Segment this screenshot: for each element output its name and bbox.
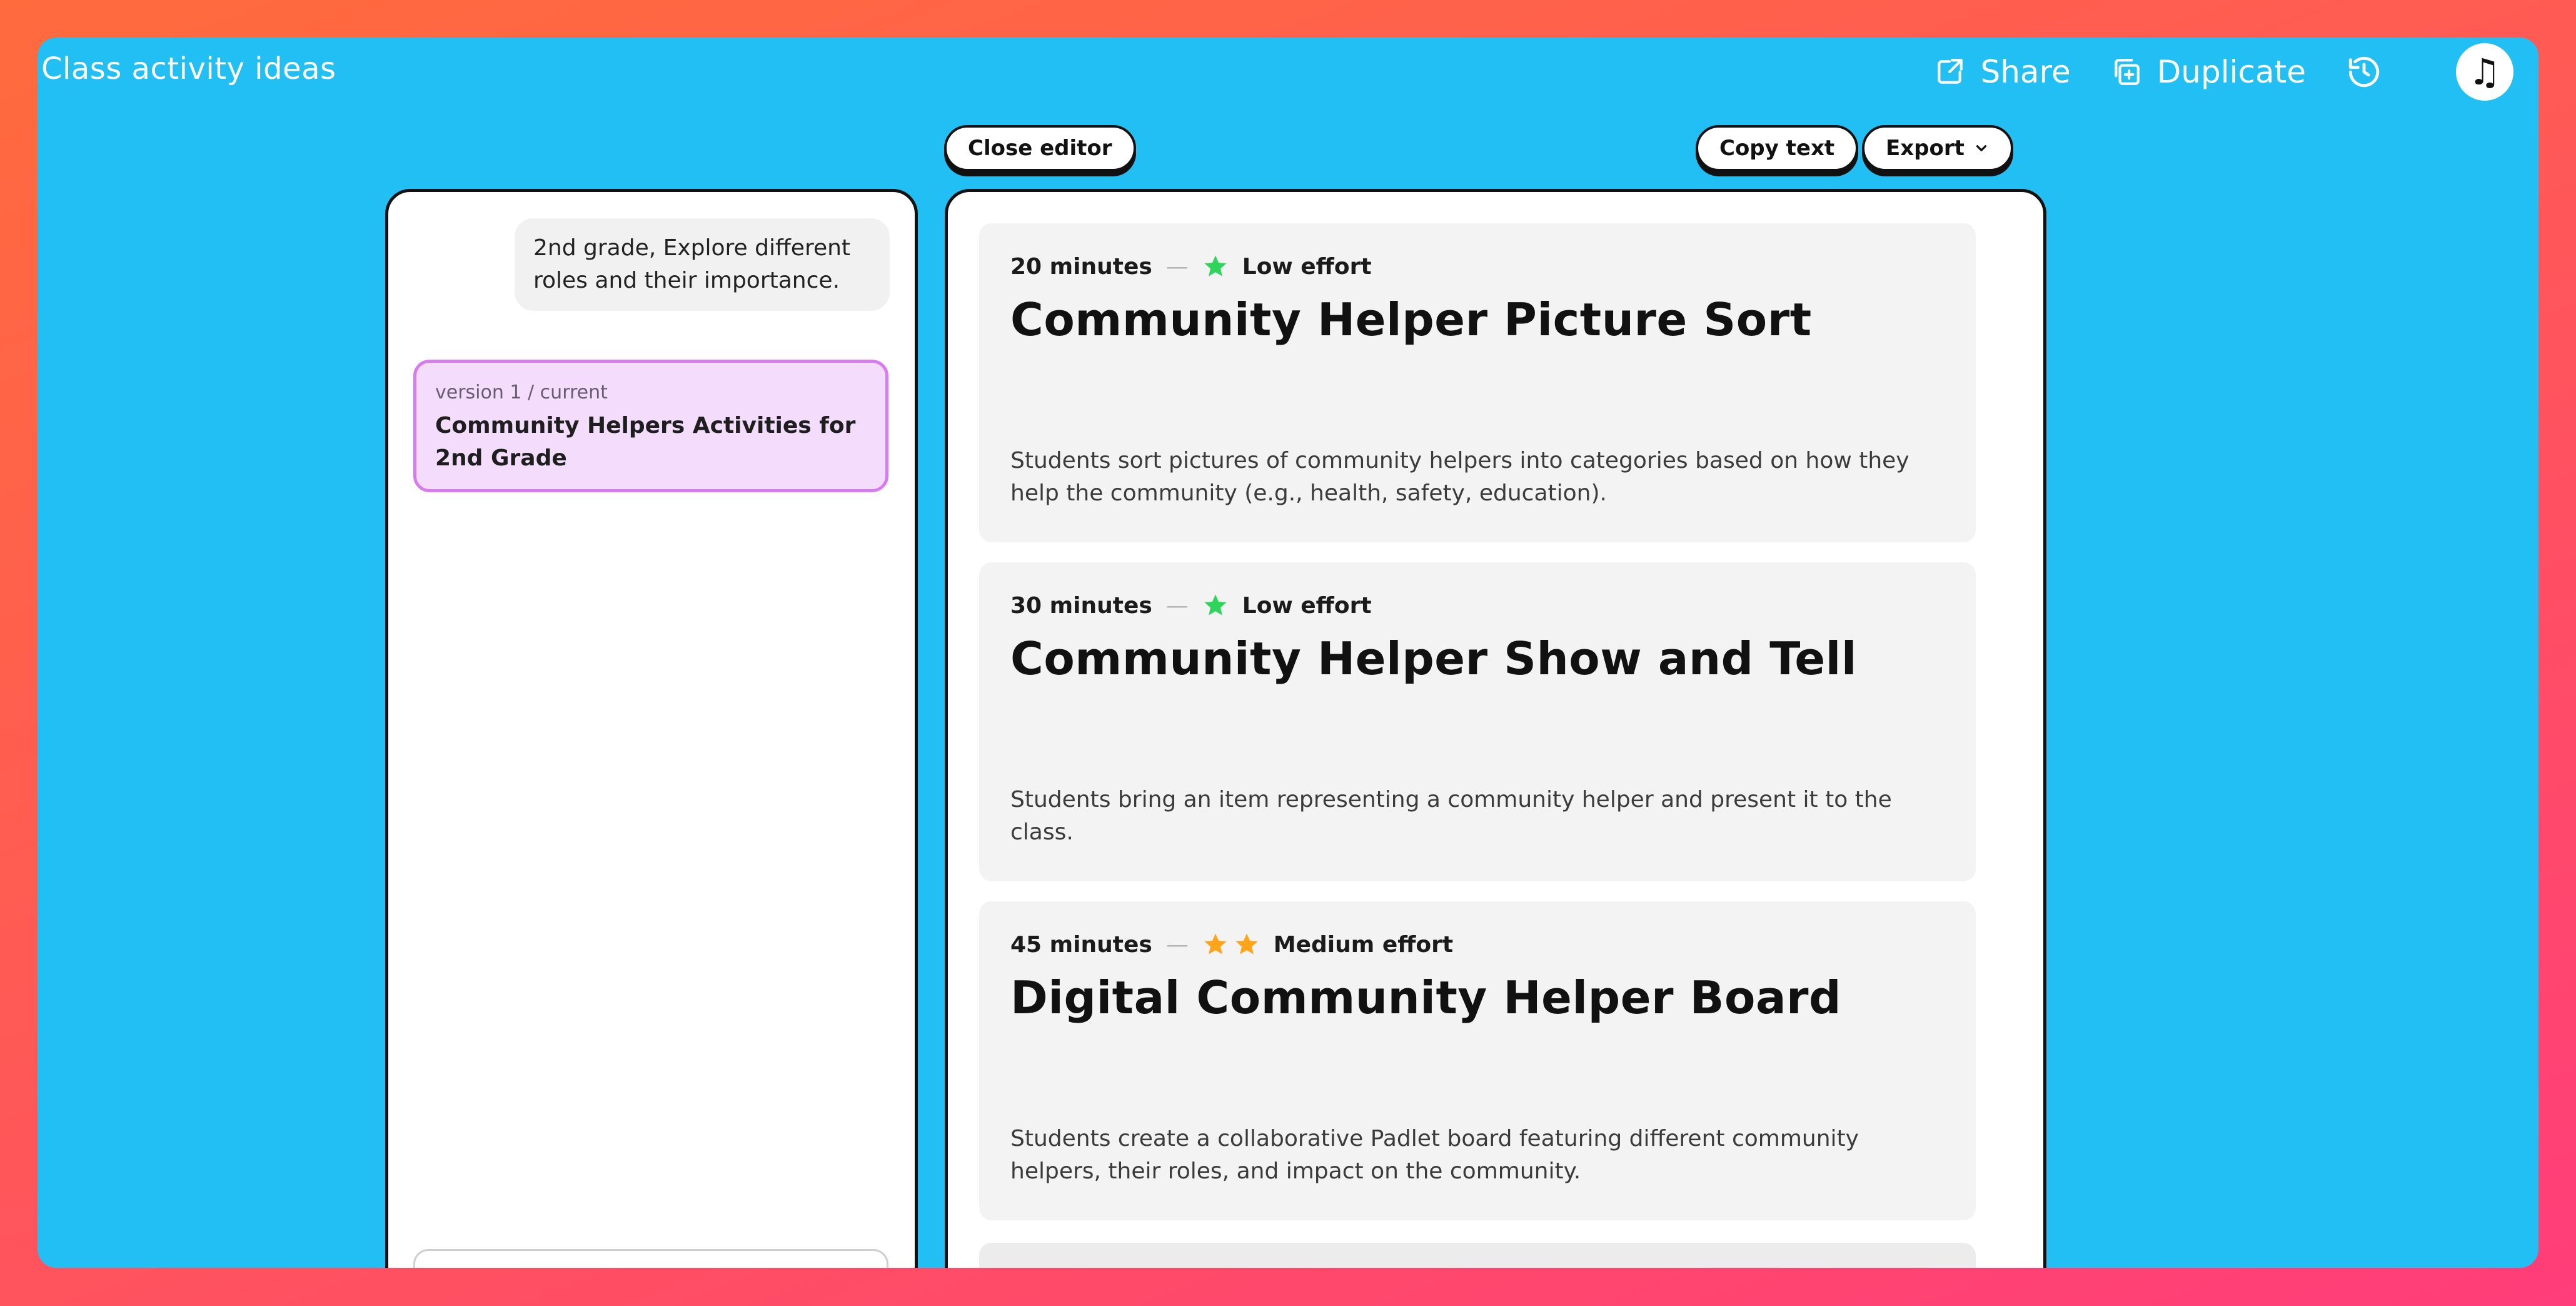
arrow-up-icon (838, 1265, 868, 1268)
activity-effort: Low effort (1242, 253, 1372, 280)
activity-title: Community Helper Show and Tell (1010, 632, 1858, 685)
activities-panel: 20 minutes — Low effort Community Helper… (945, 189, 2046, 1268)
activity-card[interactable]: 30 minutes — Low effort Community Helper… (979, 562, 1976, 881)
activity-effort: Medium effort (1273, 931, 1454, 958)
activity-meta: 20 minutes — Low effort (1010, 253, 1945, 280)
meta-separator: — (1165, 931, 1189, 958)
activity-title: Community Helper Picture Sort (1010, 293, 1812, 346)
share-button[interactable]: Share (1934, 54, 2071, 90)
activity-effort: Low effort (1242, 592, 1372, 619)
send-button[interactable] (838, 1265, 868, 1268)
topbar-actions: Share Duplicate ♫ (1894, 43, 2513, 101)
effort-star-icon (1235, 933, 1258, 954)
activity-card[interactable]: 45 minutes — Medium effort Digital Commu… (979, 901, 1976, 1220)
history-icon (2348, 56, 2380, 88)
request-changes-box (413, 1249, 888, 1268)
request-changes-input[interactable] (439, 1267, 817, 1268)
activity-card[interactable]: 20 minutes — Low effort Community Helper… (979, 223, 1976, 542)
activity-description: Students bring an item representing a co… (1010, 787, 1892, 845)
activity-duration: 30 minutes (1010, 592, 1152, 619)
activity-meta: 45 minutes — Medium effort (1010, 931, 1945, 958)
duplicate-icon (2115, 59, 2140, 85)
copy-text-button[interactable]: Copy text (1696, 125, 1859, 171)
export-label: Export (1886, 136, 1965, 161)
activity-meta: 30 minutes — Low effort (1010, 592, 1945, 619)
close-editor-button[interactable]: Close editor (944, 125, 1136, 171)
version-label: version 1 / current (435, 382, 608, 403)
version-title: Community Helpers Activities for 2nd Gra… (435, 413, 856, 471)
effort-star-icon (1204, 255, 1227, 276)
activity-description: Students sort pictures of community help… (1010, 448, 1909, 506)
next-activity-card-peek (979, 1243, 1976, 1268)
duplicate-button[interactable]: Duplicate (2111, 54, 2306, 90)
effort-star-icon (1204, 594, 1227, 615)
activity-duration: 20 minutes (1010, 253, 1152, 280)
duplicate-label: Duplicate (2156, 54, 2306, 90)
export-button[interactable]: Export (1862, 125, 2013, 171)
chat-panel: 2nd grade, Explore different roles and t… (385, 189, 918, 1268)
meta-separator: — (1165, 592, 1189, 619)
meta-separator: — (1165, 253, 1189, 280)
user-message: 2nd grade, Explore different roles and t… (515, 218, 890, 311)
share-label: Share (1980, 54, 2071, 90)
user-avatar[interactable]: ♫ (2456, 43, 2513, 101)
effort-star-icon (1204, 933, 1227, 954)
share-icon (1938, 59, 1963, 84)
activity-description: Students create a collaborative Padlet b… (1010, 1126, 1859, 1184)
history-button[interactable] (2346, 54, 2397, 90)
version-card[interactable]: version 1 / current Community Helpers Ac… (413, 360, 888, 492)
chevron-down-icon (1976, 145, 1986, 151)
board-title[interactable]: Class activity ideas (41, 51, 336, 86)
activity-title: Digital Community Helper Board (1010, 971, 1842, 1024)
app-window: Class activity ideas Share Duplicate ♫ C… (38, 38, 2538, 1268)
activity-duration: 45 minutes (1010, 931, 1152, 958)
